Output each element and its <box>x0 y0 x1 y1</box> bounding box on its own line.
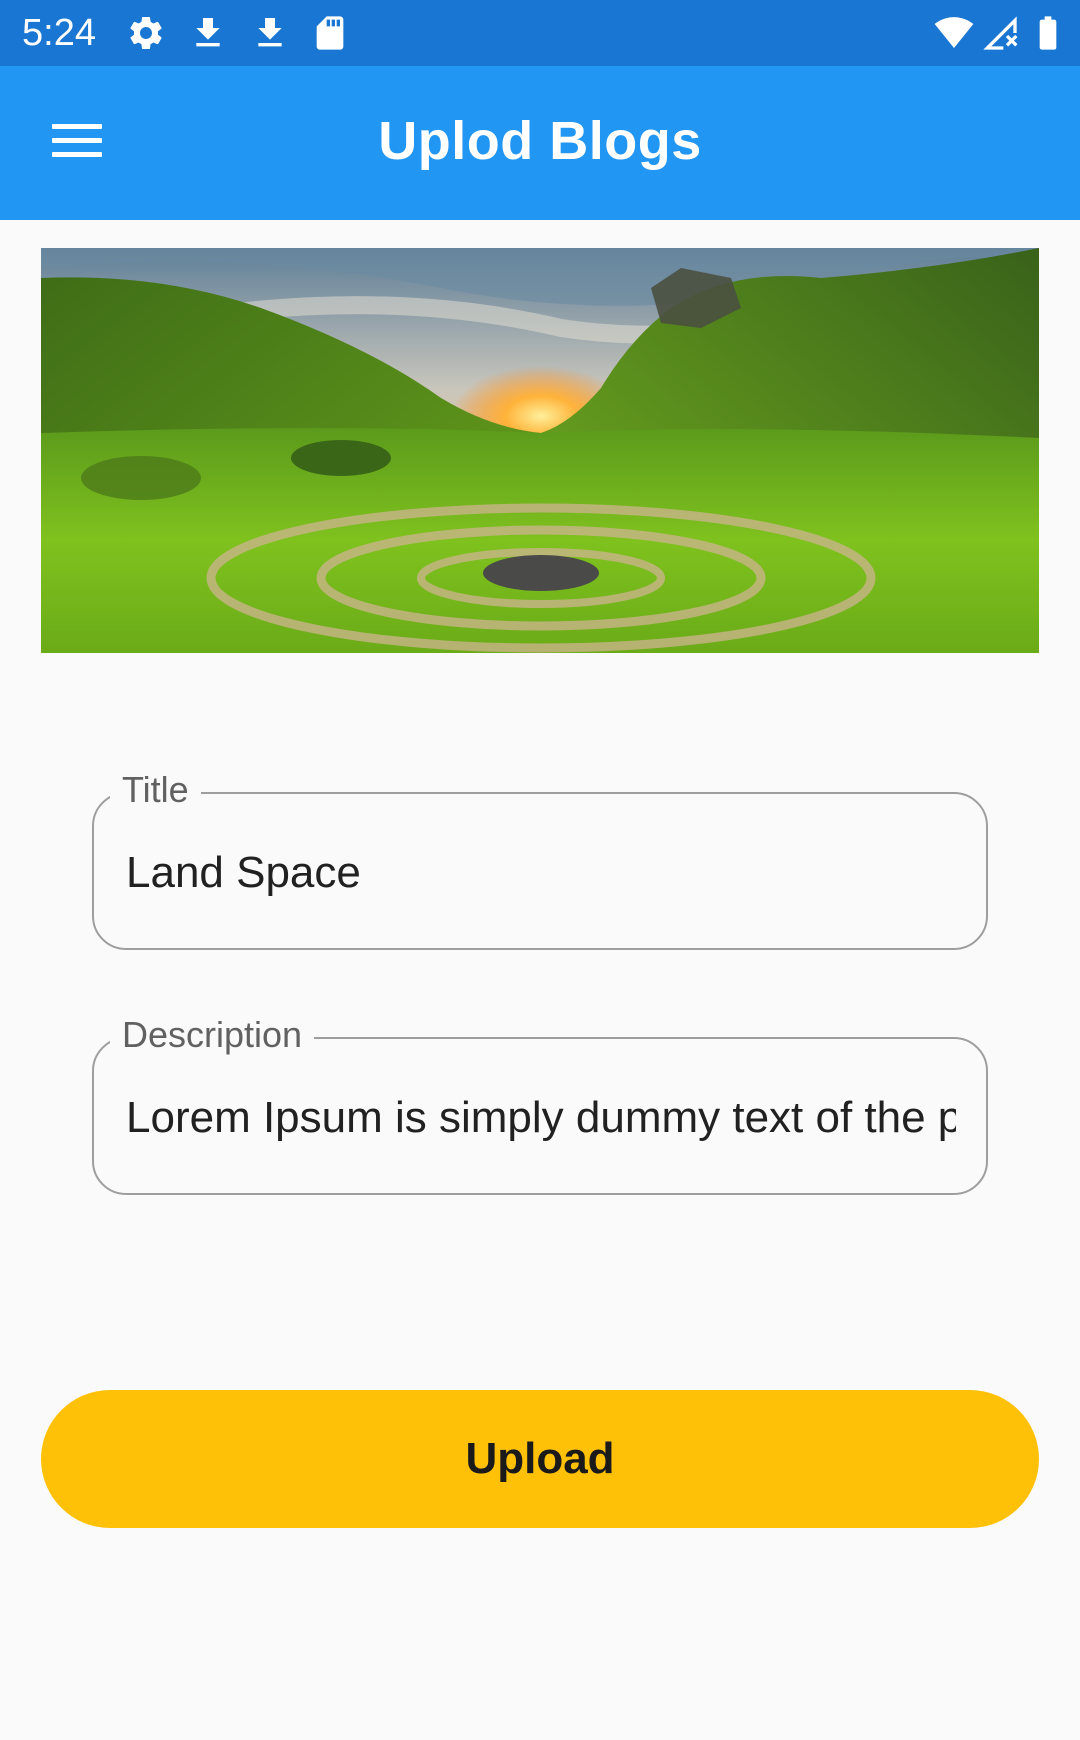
landscape-image <box>41 248 1039 653</box>
upload-button-label: Upload <box>465 1434 615 1483</box>
status-time: 5:24 <box>22 12 96 54</box>
download-icon <box>258 18 282 47</box>
title-field-label: Title <box>110 768 201 812</box>
page-title: Uplod Blogs <box>378 111 702 171</box>
description-field[interactable]: Description Lorem Ipsum is simply dummy … <box>92 1013 988 1195</box>
signal-icon <box>983 16 1018 50</box>
description-field-label: Description <box>110 1013 315 1057</box>
app-bar: Uplod Blogs <box>0 66 1080 220</box>
battery-icon <box>1039 16 1057 50</box>
description-field-value[interactable]: Lorem Ipsum is simply dummy text of the … <box>126 1091 956 1145</box>
upload-button[interactable]: Upload <box>41 1390 1039 1528</box>
wifi-icon <box>934 17 974 48</box>
sd-card-icon <box>316 16 344 50</box>
gear-icon <box>130 16 162 49</box>
status-bar: 5:24 <box>0 0 1080 66</box>
title-field[interactable]: Title Land Space <box>92 768 988 950</box>
download-icon <box>196 18 220 47</box>
title-field-value[interactable]: Land Space <box>126 846 956 900</box>
